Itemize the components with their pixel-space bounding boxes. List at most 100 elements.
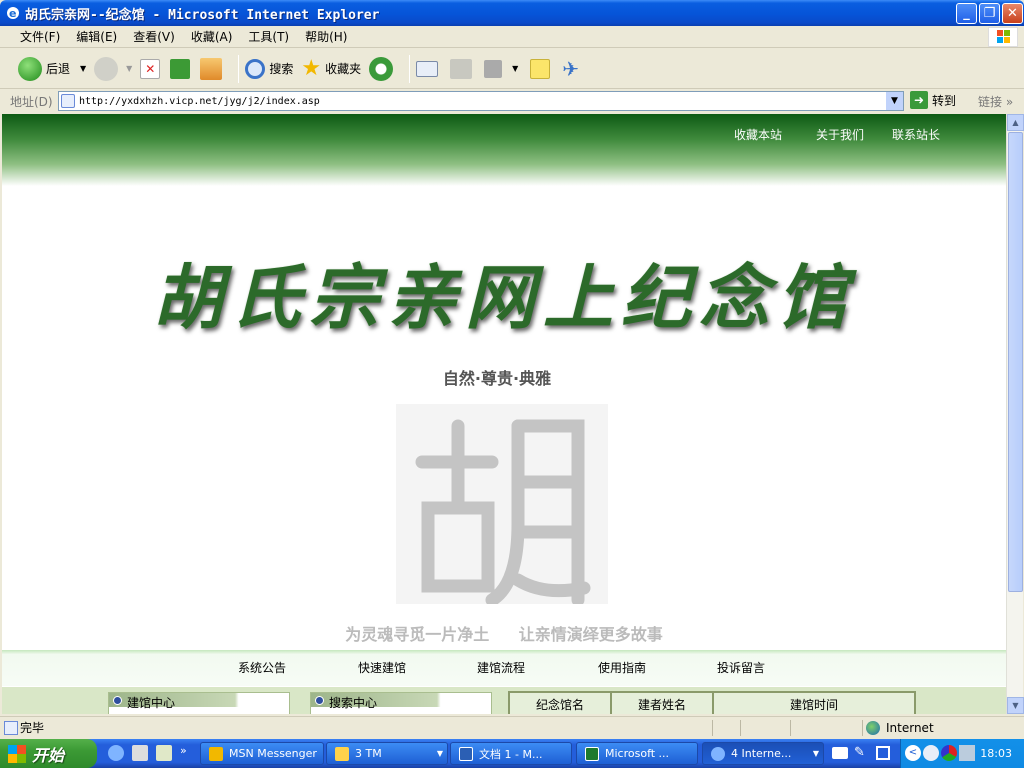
hu-seal-watermark: 胡 xyxy=(396,404,608,607)
status-text: 完毕 xyxy=(20,721,45,735)
chevron-down-icon[interactable]: ▼ xyxy=(80,64,86,73)
links-button[interactable]: 链接 » xyxy=(978,93,1013,110)
quicklaunch-media-icon[interactable] xyxy=(132,745,148,761)
ime-icon[interactable] xyxy=(876,746,890,760)
minimize-button[interactable]: _ xyxy=(956,3,977,24)
address-url: http://yxdxhzh.vicp.net/jyg/j2/index.asp xyxy=(79,95,320,107)
chevron-left-icon[interactable]: < xyxy=(905,745,921,761)
favorites-label: 收藏夹 xyxy=(325,62,362,76)
forward-button[interactable]: ▼ xyxy=(94,56,132,81)
menu-file[interactable]: 文件(F) xyxy=(20,28,60,45)
mail-icon[interactable] xyxy=(416,60,439,77)
address-dropdown-button[interactable]: ▼ xyxy=(886,92,903,110)
hu-character-icon xyxy=(415,419,591,607)
taskbar-excel[interactable]: Microsoft ... xyxy=(576,742,698,765)
bullet-icon xyxy=(113,696,122,705)
messenger-status-icon[interactable] xyxy=(941,745,957,761)
quicklaunch-ie-icon[interactable] xyxy=(108,745,124,761)
restore-icon: ❐ xyxy=(983,6,996,21)
stop-icon[interactable]: ✕ xyxy=(140,58,161,79)
taskbar-tm-label: 3 TM xyxy=(355,747,382,760)
taskbar-msn[interactable]: MSN Messenger xyxy=(200,742,324,765)
memorial-table-header: 纪念馆名 建者姓名 建馆时间 xyxy=(508,691,916,714)
pen-icon[interactable]: ✎ xyxy=(854,745,865,760)
clock: 18:03 xyxy=(980,747,1012,760)
top-link-about[interactable]: 关于我们 xyxy=(816,126,864,143)
chevron-down-icon[interactable]: ▼ xyxy=(512,64,518,73)
nav-user-guide[interactable]: 使用指南 xyxy=(598,659,646,676)
start-button[interactable]: 开始 xyxy=(0,739,97,768)
taskbar-ie-label: 4 Interne... xyxy=(731,747,792,760)
menu-help[interactable]: 帮助(H) xyxy=(305,28,347,45)
taskbar-msn-label: MSN Messenger xyxy=(229,747,317,760)
scroll-down-button[interactable]: ▼ xyxy=(1007,697,1024,714)
scroll-up-button[interactable]: ▲ xyxy=(1007,114,1024,131)
svg-text:e: e xyxy=(9,7,16,20)
refresh-icon[interactable] xyxy=(170,58,191,79)
slogan: 为灵魂寻觅一片净土 让亲情演绎更多故事 xyxy=(2,621,1006,645)
web-viewport: 收藏本站 关于我们 联系站长 胡氏宗亲网上纪念馆 自然·尊贵·典雅 胡 为灵魂寻… xyxy=(2,114,1006,714)
go-arrow-icon: ➜ xyxy=(910,91,928,109)
status-divider xyxy=(712,720,713,736)
note-icon[interactable] xyxy=(530,58,551,79)
globe-icon xyxy=(866,721,880,735)
print-icon[interactable] xyxy=(450,58,473,79)
page-icon xyxy=(61,94,75,108)
search-button[interactable]: 搜索 xyxy=(245,58,294,79)
menu-bar: 文件(F) 编辑(E) 查看(V) 收藏(A) 工具(T) 帮助(H) xyxy=(0,26,1024,48)
home-icon[interactable] xyxy=(200,57,223,80)
window-titlebar[interactable]: e 胡氏宗亲网--纪念馆 - Microsoft Internet Explor… xyxy=(0,0,1024,26)
scroll-thumb[interactable] xyxy=(1008,132,1023,592)
taskbar-tm[interactable]: 3 TM ▼ xyxy=(326,742,448,765)
keyboard-icon[interactable] xyxy=(832,747,848,759)
go-button[interactable]: ➜ 转到 xyxy=(910,91,956,109)
chevron-down-icon: ▼ xyxy=(1012,701,1019,710)
network-icon[interactable] xyxy=(959,745,975,761)
chat-icon[interactable] xyxy=(923,745,939,761)
table-header-builder: 建者姓名 xyxy=(612,693,714,714)
taskbar-ie[interactable]: 4 Interne... ▼ xyxy=(702,742,824,765)
back-button[interactable]: 后退 ▼ xyxy=(18,56,86,81)
menu-view[interactable]: 查看(V) xyxy=(133,28,175,45)
links-label: 链接 xyxy=(978,95,1003,109)
search-icon xyxy=(245,58,266,79)
nav-complaint[interactable]: 投诉留言 xyxy=(717,659,765,676)
taskbar: 开始 » MSN Messenger 3 TM ▼ 文档 1 - M... Mic… xyxy=(0,739,1024,768)
menu-tools[interactable]: 工具(T) xyxy=(248,28,289,45)
star-icon: ★ xyxy=(301,56,322,81)
chevron-down-icon[interactable]: ▼ xyxy=(126,64,132,73)
close-button[interactable]: ✕ xyxy=(1002,3,1023,24)
taskbar-excel-label: Microsoft ... xyxy=(605,747,670,760)
menu-edit[interactable]: 编辑(E) xyxy=(76,28,117,45)
toolbar-divider xyxy=(409,54,411,83)
nav-announcement[interactable]: 系统公告 xyxy=(238,659,286,676)
address-label: 地址(D) xyxy=(10,94,53,109)
menu-favorites[interactable]: 收藏(A) xyxy=(191,28,233,45)
slogan-part-2: 让亲情演绎更多故事 xyxy=(518,625,663,644)
messenger-icon[interactable]: ✈ xyxy=(562,57,579,81)
favorites-button[interactable]: ★ 收藏夹 xyxy=(301,56,361,81)
security-zone: Internet xyxy=(866,721,934,735)
restore-button[interactable]: ❐ xyxy=(979,3,1000,24)
nav-quick-build[interactable]: 快速建馆 xyxy=(358,659,406,676)
status-bar: 完毕 Internet xyxy=(0,716,1024,738)
panel-title: 搜索中心 xyxy=(329,696,378,710)
standard-toolbar: 后退 ▼ ▼ ✕ 搜索 ★ 收藏夹 ▼ ✈ xyxy=(0,49,1024,89)
bullet-icon xyxy=(315,696,324,705)
search-label: 搜索 xyxy=(269,62,294,76)
msn-icon xyxy=(209,746,223,761)
windows-flag-icon xyxy=(8,745,26,763)
edit-icon[interactable] xyxy=(484,59,503,78)
panel-search-center: 搜索中心 xyxy=(310,692,492,714)
history-icon[interactable] xyxy=(369,56,394,81)
quicklaunch-more-icon[interactable]: » xyxy=(180,744,187,757)
address-input[interactable]: http://yxdxhzh.vicp.net/jyg/j2/index.asp… xyxy=(58,91,904,111)
top-link-bookmark[interactable]: 收藏本站 xyxy=(734,126,782,143)
taskbar-word[interactable]: 文档 1 - M... xyxy=(450,742,572,765)
vertical-scrollbar[interactable]: ▲ ▼ xyxy=(1006,114,1024,714)
status-divider xyxy=(862,720,863,736)
nav-build-process[interactable]: 建馆流程 xyxy=(477,659,525,676)
quicklaunch-desktop-icon[interactable] xyxy=(156,745,172,761)
top-link-contact[interactable]: 联系站长 xyxy=(892,126,940,143)
windows-logo-icon xyxy=(988,27,1018,47)
